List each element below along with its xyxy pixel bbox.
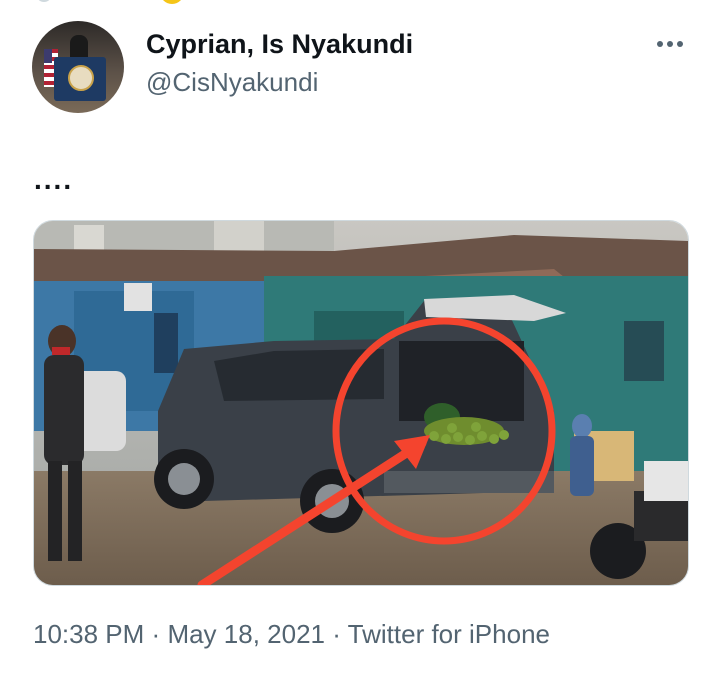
truncated-icon-top-left xyxy=(36,0,52,2)
tweet-media-photo[interactable] xyxy=(33,220,689,586)
avatar[interactable] xyxy=(32,21,124,113)
speaker-figure xyxy=(70,35,88,59)
tweet-metadata: 10:38 PM · May 18, 2021 · Twitter for iP… xyxy=(33,618,550,650)
more-dot-icon xyxy=(677,41,683,47)
photo-illustration xyxy=(34,221,688,585)
display-name[interactable]: Cyprian, Is Nyakundi xyxy=(146,28,413,60)
more-dot-icon xyxy=(667,41,673,47)
more-dot-icon xyxy=(657,41,663,47)
separator: · xyxy=(332,619,341,649)
tweet-text: .... xyxy=(34,164,74,195)
tweet-date[interactable]: May 18, 2021 xyxy=(167,619,325,649)
user-handle[interactable]: @CisNyakundi xyxy=(146,67,318,97)
separator: · xyxy=(151,619,161,649)
emoji-icon xyxy=(160,0,184,4)
tweet-time[interactable]: 10:38 PM xyxy=(33,619,144,649)
more-options-button[interactable] xyxy=(652,32,688,56)
seal-icon xyxy=(68,65,94,91)
tweet-source[interactable]: Twitter for iPhone xyxy=(348,619,550,649)
